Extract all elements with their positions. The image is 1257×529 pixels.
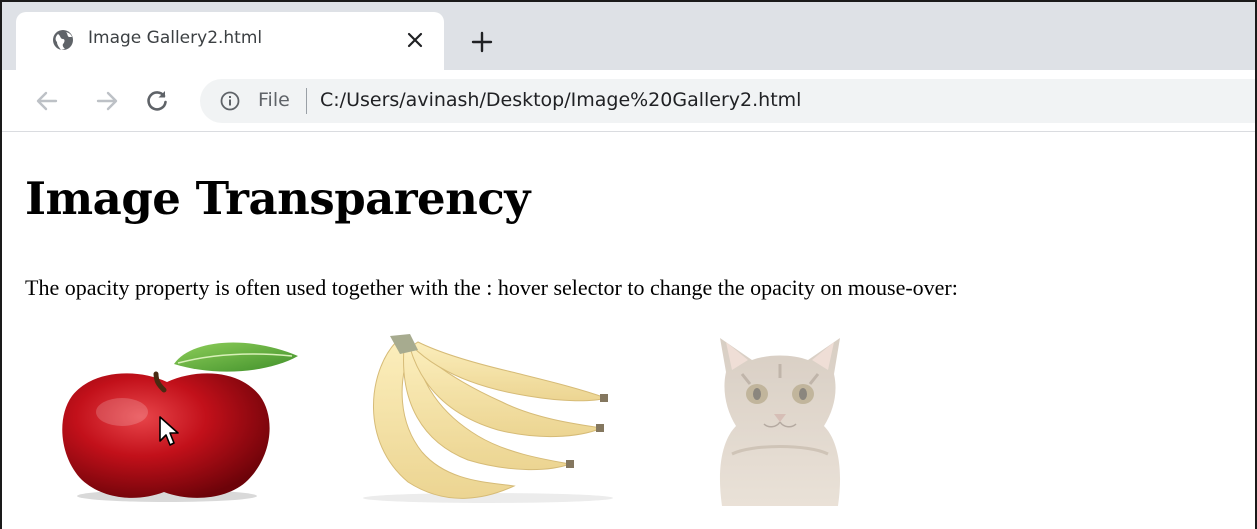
plus-icon[interactable] <box>468 28 496 56</box>
tab-title: Image Gallery2.html <box>88 28 263 48</box>
reload-icon[interactable] <box>140 84 174 118</box>
globe-icon <box>52 29 74 51</box>
info-icon[interactable] <box>220 91 240 111</box>
omnibox-divider <box>306 88 307 114</box>
url-text[interactable]: C:/Users/avinash/Desktop/Image%20Gallery… <box>320 89 801 111</box>
tab-strip: Image Gallery2.html <box>2 2 1255 70</box>
cat-image[interactable] <box>702 334 858 506</box>
address-bar[interactable]: File C:/Users/avinash/Desktop/Image%20Ga… <box>200 79 1255 123</box>
browser-window: Image Gallery2.html File C:/Users/avinas… <box>0 0 1257 529</box>
mouse-pointer-icon <box>159 416 179 446</box>
tab-image-gallery[interactable]: Image Gallery2.html <box>16 12 444 70</box>
scheme-label: File <box>258 89 290 111</box>
banana-image[interactable] <box>338 332 614 504</box>
page-description: The opacity property is often used toget… <box>25 275 958 300</box>
browser-toolbar: File C:/Users/avinash/Desktop/Image%20Ga… <box>2 70 1255 132</box>
page-title: Image Transparency <box>25 172 530 225</box>
arrow-left-icon[interactable] <box>30 84 64 118</box>
arrow-right-icon[interactable] <box>90 84 124 118</box>
close-icon[interactable] <box>402 27 428 53</box>
